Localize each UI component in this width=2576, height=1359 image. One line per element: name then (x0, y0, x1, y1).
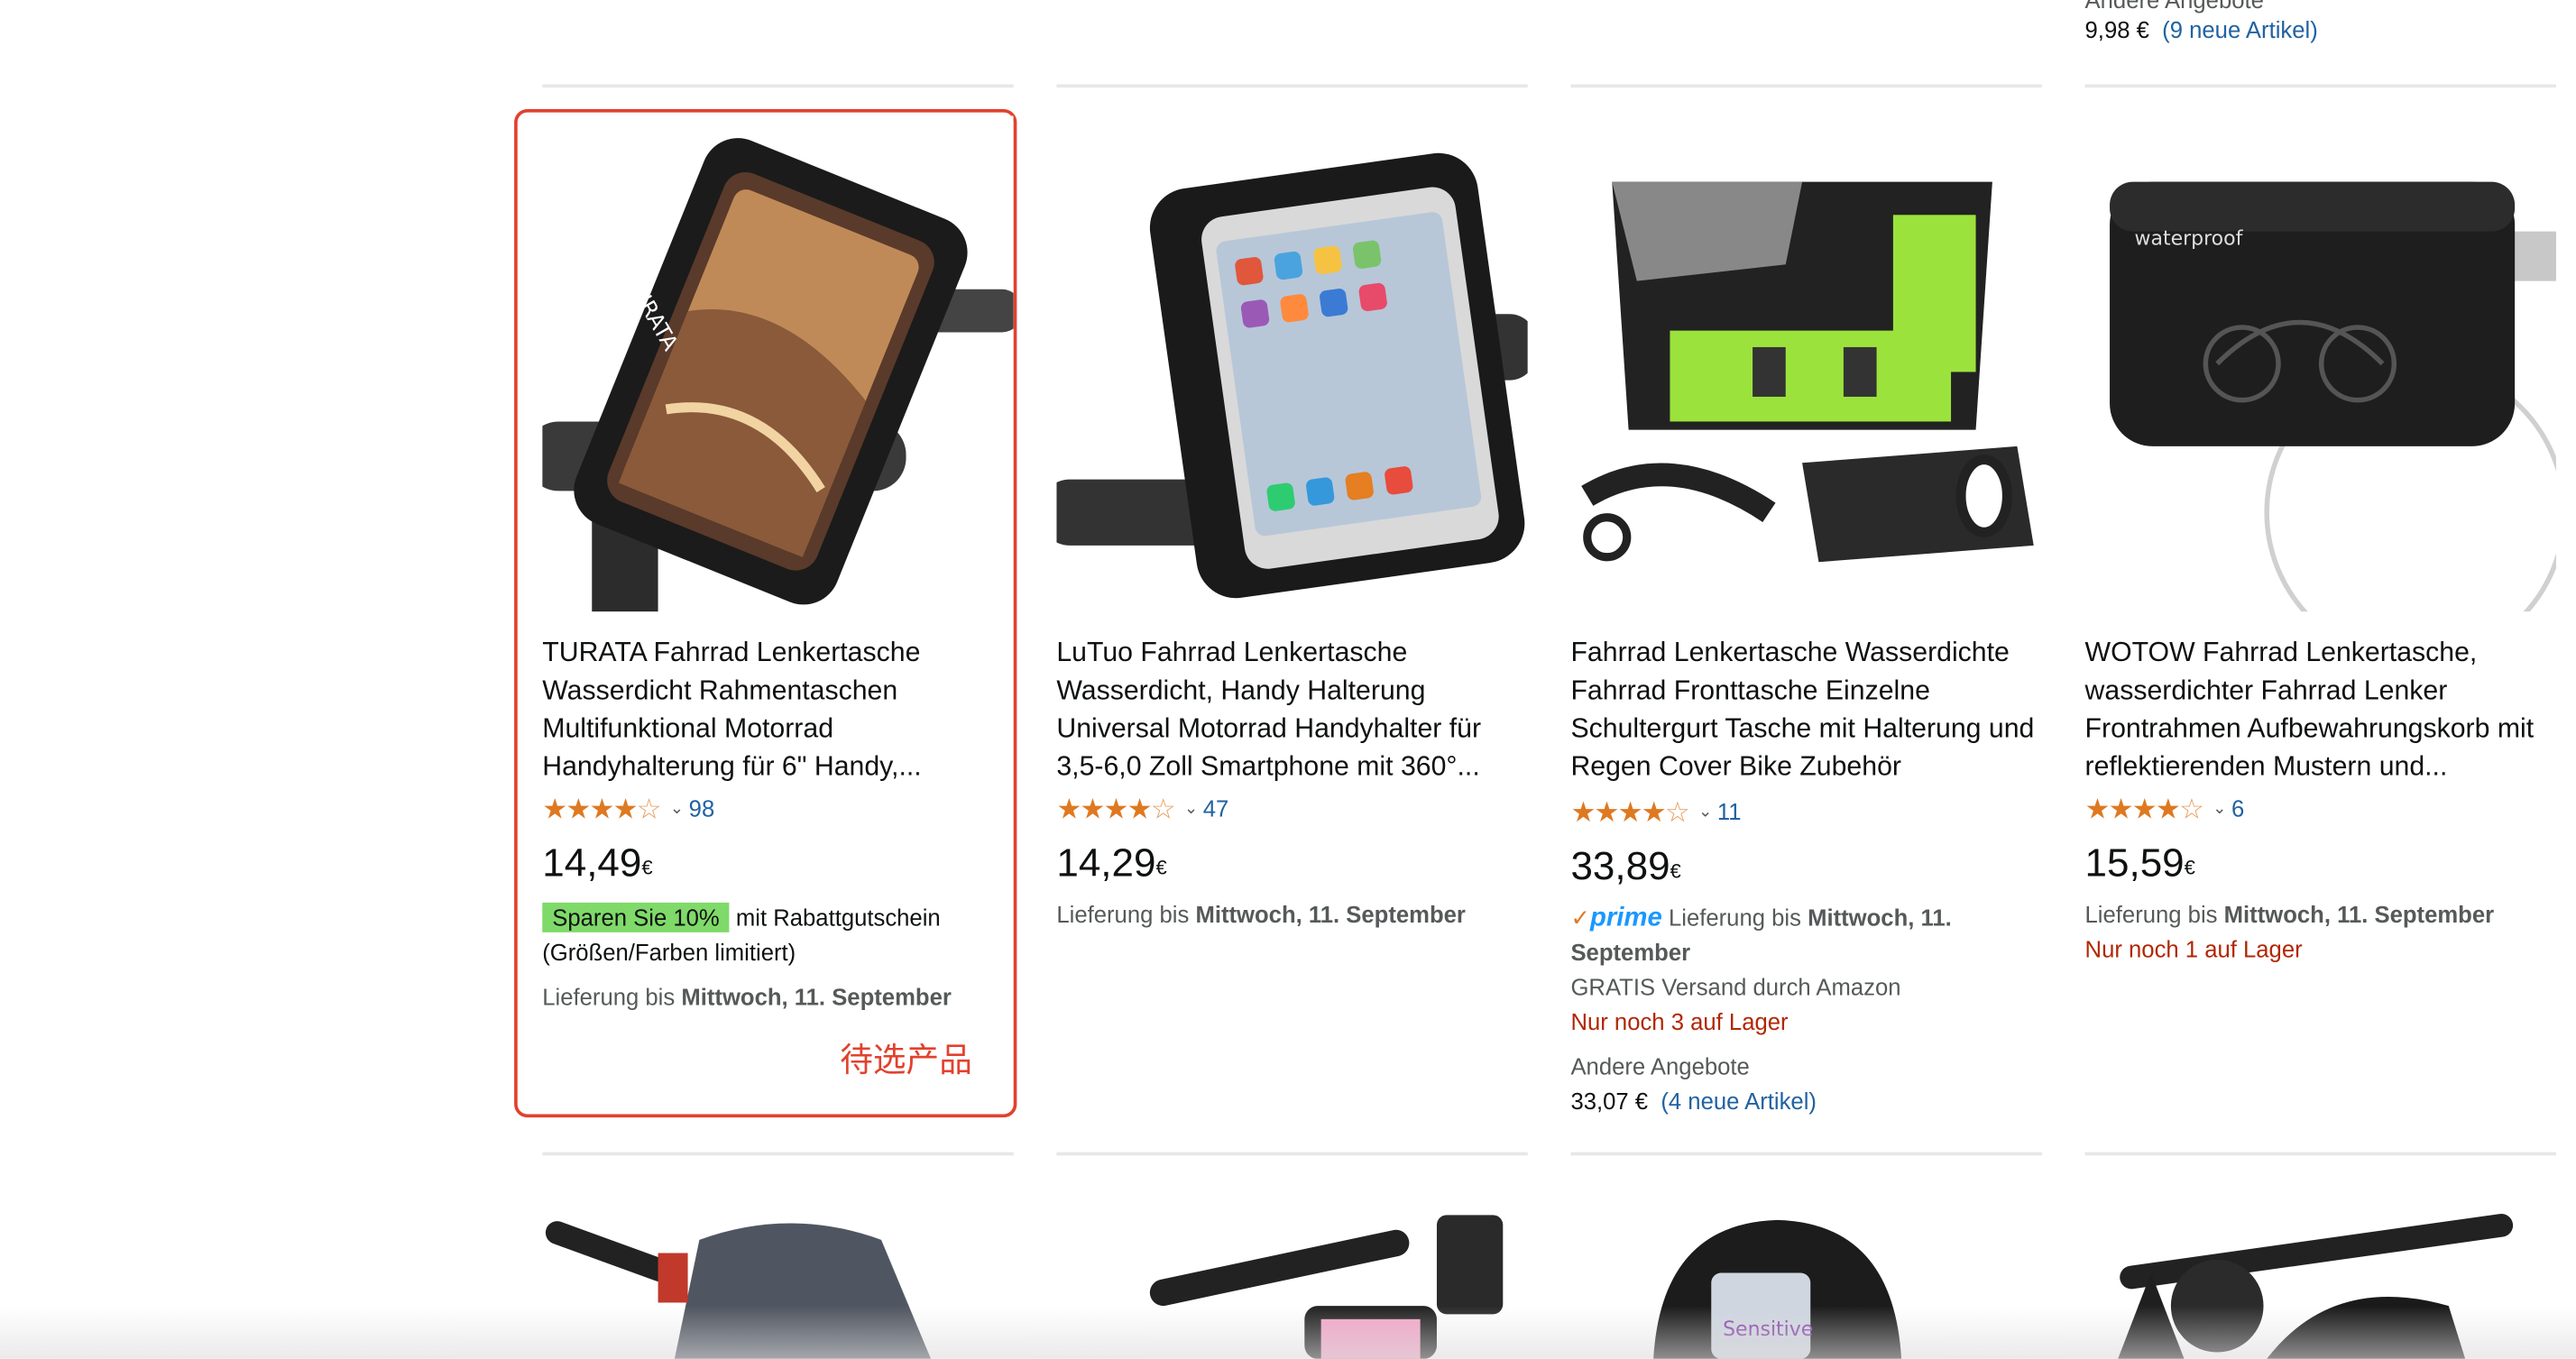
product-image[interactable]: TURATA (542, 115, 1014, 612)
prime-logo: prime (1589, 904, 1662, 932)
delivery-info: Lieferung bis Mittwoch, 11. September (2084, 901, 2495, 928)
top-other-offers-price: 9,98 € (2084, 16, 2149, 43)
product-title[interactable]: WOTOW Fahrrad Lenkertasche, wasserdichte… (2085, 635, 2556, 787)
product-image[interactable]: waterproof (2084, 115, 2556, 612)
row-divider (542, 1152, 1014, 1156)
product-price[interactable]: 33,89€ (1570, 845, 2041, 891)
row-divider (542, 84, 1014, 88)
prime-check-icon: ✓ (1570, 904, 1590, 932)
half-star-icon: ☆ (1664, 795, 1690, 828)
chevron-down-icon[interactable]: ⌄ (2213, 799, 2226, 817)
review-count[interactable]: 98 (689, 795, 715, 822)
product-title[interactable]: Fahrrad Lenkertasche Wasserdichte Fahrra… (1570, 635, 2041, 787)
candidate-label: 待选产品 (840, 1040, 972, 1080)
front-bag-image (1570, 115, 2042, 612)
stock-status: Nur noch 1 auf Lager (2084, 935, 2303, 962)
shipping-info: GRATIS Versand durch Amazon (1570, 973, 1901, 1001)
half-star-icon: ☆ (636, 792, 662, 824)
delivery-info: Lieferung bis Mittwoch, 11. September (1056, 901, 1466, 928)
row-divider (2084, 1152, 2556, 1156)
top-other-offers-link[interactable]: (9 neue Artikel) (2162, 16, 2318, 42)
other-offers-price: 33,07 € (1570, 1088, 1649, 1115)
delivery-info: Lieferung bis Mittwoch, 11. September (542, 983, 952, 1011)
star-icon: ★★★★ (1570, 795, 1666, 828)
product-card-3[interactable]: Fahrrad Lenkertasche Wasserdichte Fahrra… (1570, 115, 2042, 1119)
rating-stars[interactable]: ★★★★ ☆ ⌄ 11 (1570, 795, 2041, 829)
coupon-badge[interactable]: Sparen Sie 10% (542, 902, 730, 932)
stock-status: Nur noch 3 auf Lager (1570, 1008, 1789, 1035)
rating-stars[interactable]: ★★★★ ☆ ⌄ 98 (542, 792, 1013, 825)
phone-bag-image (1056, 115, 1528, 612)
review-count[interactable]: 6 (2231, 795, 2244, 822)
coupon-row: Sparen Sie 10% mit Rabattgutschein (Größ… (542, 901, 1013, 970)
top-other-offers: Andere Angebote 9,98 € (9 neue Artikel) (2085, 0, 2318, 43)
rating-stars[interactable]: ★★★★ ☆ ⌄ 6 (2085, 792, 2556, 825)
bottom-shadow (0, 1306, 2576, 1359)
review-count[interactable]: 11 (1717, 798, 1742, 824)
rating-stars[interactable]: ★★★★ ☆ ⌄ 47 (1056, 792, 1527, 825)
row-divider (1570, 84, 2042, 88)
handlebar-bag-image: waterproof (2084, 115, 2556, 612)
product-title[interactable]: TURATA Fahrrad Lenkertasche Wasserdicht … (542, 635, 1013, 787)
product-price[interactable]: 14,29€ (1056, 841, 1527, 887)
product-card-1[interactable]: TURATA TURATA Fahrrad Lenkertasche Wasse… (542, 115, 1014, 1015)
chevron-down-icon[interactable]: ⌄ (670, 799, 684, 817)
other-offers: 33,07 € (4 neue Artikel) (1570, 1085, 2041, 1119)
star-icon: ★★★★ (542, 792, 638, 824)
product-price[interactable]: 15,59€ (2085, 841, 2556, 887)
star-icon: ★★★★ (2084, 792, 2181, 824)
row-divider (2084, 84, 2556, 88)
top-other-offers-label: Andere Angebote (2084, 0, 2264, 14)
other-offers-label: Andere Angebote (1570, 1052, 1750, 1080)
chevron-down-icon[interactable]: ⌄ (1184, 799, 1198, 817)
star-icon: ★★★★ (1056, 792, 1152, 824)
product-card-2[interactable]: LuTuo Fahrrad Lenkertasche Wasserdicht, … (1056, 115, 1528, 932)
brand-logo: waterproof (2135, 227, 2244, 250)
delivery-info: ✓prime Lieferung bis Mittwoch, 11. Septe… (1570, 904, 1952, 966)
row-divider (1056, 1152, 1528, 1156)
product-price[interactable]: 14,49€ (542, 841, 1013, 887)
row-divider (1056, 84, 1528, 88)
review-count[interactable]: 47 (1203, 795, 1229, 822)
phone-bag-image: TURATA (542, 115, 1014, 612)
product-image[interactable] (1570, 115, 2042, 612)
chevron-down-icon[interactable]: ⌄ (1698, 803, 1712, 821)
empty-star-icon: ☆ (2178, 792, 2204, 824)
product-image[interactable] (1056, 115, 1528, 612)
row-divider (1570, 1152, 2042, 1156)
product-title[interactable]: LuTuo Fahrrad Lenkertasche Wasserdicht, … (1056, 635, 1527, 787)
product-card-4[interactable]: waterproof WOTOW Fahrrad Lenkertasche, w… (2084, 115, 2556, 967)
half-star-icon: ☆ (1150, 792, 1176, 824)
other-offers-link[interactable]: (4 neue Artikel) (1661, 1088, 1817, 1114)
